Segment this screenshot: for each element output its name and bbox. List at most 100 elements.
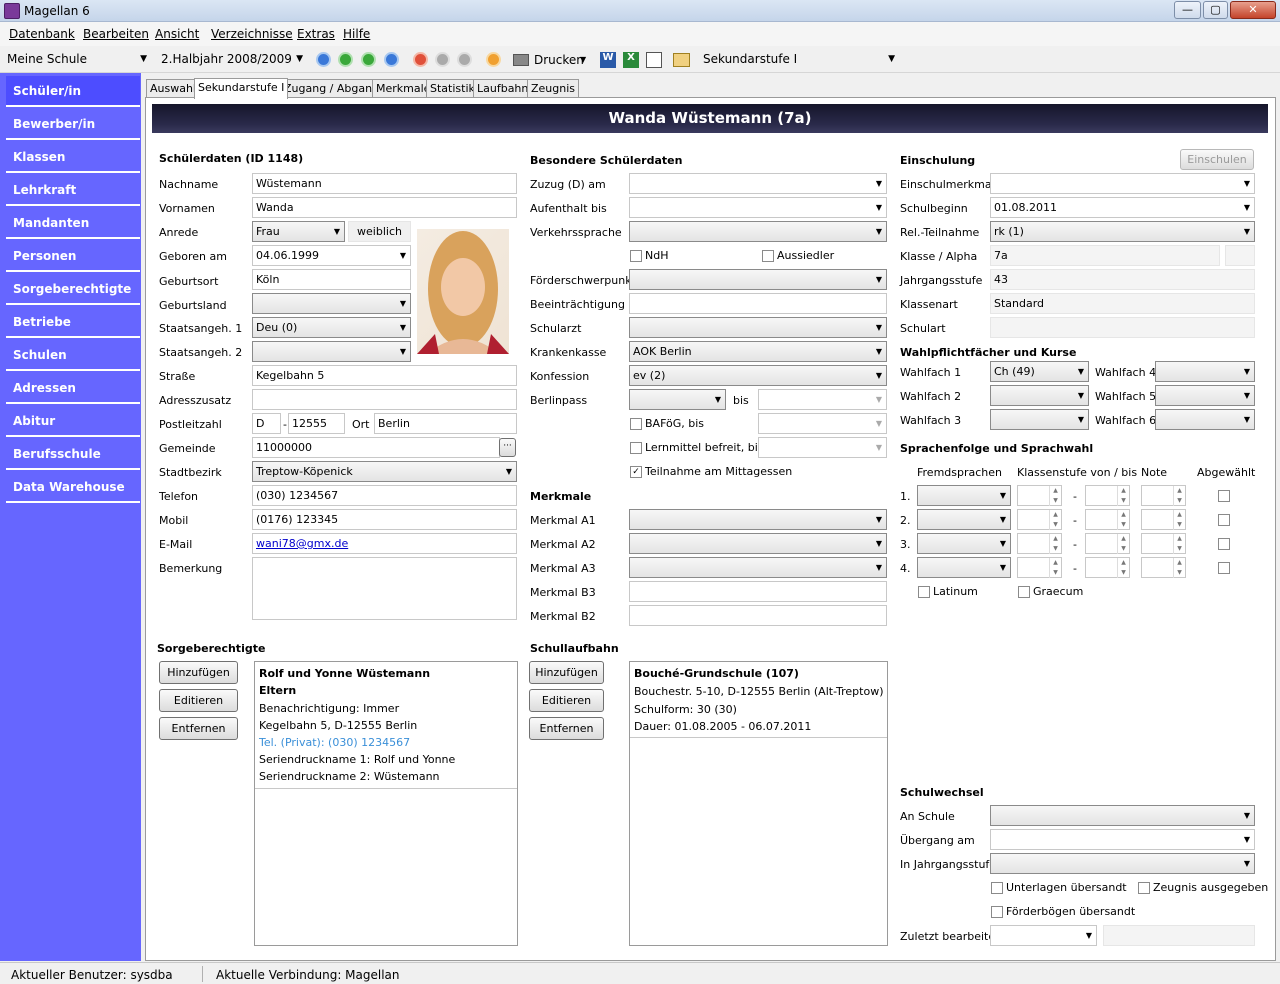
strasse-field[interactable]: Kegelbahn 5	[252, 365, 517, 386]
sorge-edit-button[interactable]: Editieren	[159, 689, 238, 712]
nav-item-bewerber[interactable]: Bewerber/in	[6, 109, 140, 140]
beeintraechtigung-field[interactable]	[629, 293, 887, 314]
nav-item-abitur[interactable]: Abitur	[6, 406, 140, 437]
first-record-icon[interactable]	[316, 52, 331, 67]
geboren-field[interactable]: 04.06.1999 ▼	[252, 245, 411, 266]
einschulen-button[interactable]: Einschulen	[1180, 149, 1254, 170]
spin-up-icon[interactable]: ▲	[1049, 486, 1061, 496]
lang-row-1-select[interactable]: ▼	[917, 485, 1011, 506]
spin-up-icon[interactable]: ▲	[1049, 510, 1061, 520]
gemeinde-lookup-button[interactable]: ···	[499, 438, 516, 457]
aufenthalt-field[interactable]: ▼	[629, 197, 887, 218]
mittagessen-checkbox[interactable]: ✓	[630, 466, 642, 478]
wahlfach-4-select[interactable]: ▼	[1155, 361, 1255, 382]
sorge-remove-button[interactable]: Entfernen	[159, 717, 238, 740]
wahlfach-2-select[interactable]: ▼	[990, 385, 1089, 406]
spin-up-icon[interactable]: ▲	[1173, 534, 1185, 544]
level-select[interactable]: Sekundarstufe I ▼	[698, 49, 900, 70]
school-select[interactable]: Meine Schule ▼	[2, 49, 152, 70]
merkmal-a2-select[interactable]: ▼	[629, 533, 887, 554]
lang-row-1-abgewaehlt-checkbox[interactable]	[1218, 490, 1230, 502]
verkehrssprache-select[interactable]: ▼	[629, 221, 887, 242]
anrede-select[interactable]: Frau ▼	[252, 221, 345, 242]
foerderboegen-checkbox[interactable]	[991, 906, 1003, 918]
schulbeginn-field[interactable]: 01.08.2011 ▼	[990, 197, 1255, 218]
einschulmerkmal-select[interactable]: ▼	[990, 173, 1255, 194]
spin-up-icon[interactable]: ▲	[1117, 486, 1129, 496]
nav-item-schueler[interactable]: Schüler/in	[6, 76, 140, 107]
mobil-field[interactable]: (0176) 123345	[252, 509, 517, 530]
bafoeg-checkbox[interactable]	[630, 418, 642, 430]
sorge-card[interactable]: Rolf und Yonne Wüstemann Eltern Benachri…	[255, 662, 517, 789]
maximize-button[interactable]: ▢	[1203, 1, 1228, 19]
laufbahn-edit-button[interactable]: Editieren	[529, 689, 604, 712]
spin-down-icon[interactable]: ▼	[1049, 568, 1061, 578]
spin-up-icon[interactable]: ▲	[1173, 510, 1185, 520]
uebergang-field[interactable]: ▼	[990, 829, 1255, 850]
wahlfach-3-select[interactable]: ▼	[990, 409, 1089, 430]
zeugnis-ausgegeben-checkbox[interactable]	[1138, 882, 1150, 894]
cancel-record-icon[interactable]	[457, 52, 472, 67]
lang-row-1-note-stepper[interactable]: ▲ ▼	[1141, 485, 1186, 506]
menu-extras[interactable]: Extras	[297, 27, 335, 41]
lang-row-2-select[interactable]: ▼	[917, 509, 1011, 530]
menu-hilfe[interactable]: Hilfe	[343, 27, 370, 41]
lang-row-3-abgewaehlt-checkbox[interactable]	[1218, 538, 1230, 550]
in-jahrgangsstufe-select[interactable]: ▼	[990, 853, 1255, 874]
lang-row-3-select[interactable]: ▼	[917, 533, 1011, 554]
nachname-field[interactable]: Wüstemann	[252, 173, 517, 194]
lang-row-2-to-stepper[interactable]: ▲ ▼	[1085, 509, 1130, 530]
previous-record-icon[interactable]	[338, 52, 353, 67]
lang-row-2-from-stepper[interactable]: ▲ ▼	[1017, 509, 1062, 530]
refresh-icon[interactable]	[486, 52, 501, 67]
spin-down-icon[interactable]: ▼	[1173, 520, 1185, 530]
nav-item-betriebe[interactable]: Betriebe	[6, 307, 140, 338]
an-schule-select[interactable]: ▼	[990, 805, 1255, 826]
staatsangeh-2-select[interactable]: ▼	[252, 341, 411, 362]
menu-verzeichnisse[interactable]: Verzeichnisse	[211, 27, 293, 41]
nav-item-klassen[interactable]: Klassen	[6, 142, 140, 173]
nav-item-berufsschule[interactable]: Berufsschule	[6, 439, 140, 470]
print-button[interactable]: Drucken	[534, 53, 584, 67]
bemerkung-field[interactable]	[252, 557, 517, 620]
bafoeg-bis-field[interactable]: ▼	[758, 413, 887, 434]
lernmittel-bis-field[interactable]: ▼	[758, 437, 887, 458]
berlinpass-bis-field[interactable]: ▼	[758, 389, 887, 410]
lang-row-4-abgewaehlt-checkbox[interactable]	[1218, 562, 1230, 574]
next-record-icon[interactable]	[361, 52, 376, 67]
last-record-icon[interactable]	[384, 52, 399, 67]
tab-auswahl[interactable]: Auswahl	[146, 79, 200, 98]
period-select[interactable]: 2.Halbjahr 2008/2009 ▼	[156, 49, 308, 70]
wahlfach-6-select[interactable]: ▼	[1155, 409, 1255, 430]
sorge-add-button[interactable]: Hinzufügen	[159, 661, 238, 684]
spin-down-icon[interactable]: ▼	[1117, 520, 1129, 530]
geburtsland-select[interactable]: ▼	[252, 293, 411, 314]
adresszusatz-field[interactable]	[252, 389, 517, 410]
spin-down-icon[interactable]: ▼	[1173, 568, 1185, 578]
schularzt-select[interactable]: ▼	[629, 317, 887, 338]
email-field[interactable]: wani78@gmx.de	[252, 533, 517, 554]
latinum-checkbox[interactable]	[918, 586, 930, 598]
lang-row-3-note-stepper[interactable]: ▲ ▼	[1141, 533, 1186, 554]
lang-row-1-to-stepper[interactable]: ▲ ▼	[1085, 485, 1130, 506]
nav-item-mandanten[interactable]: Mandanten	[6, 208, 140, 239]
lang-row-2-abgewaehlt-checkbox[interactable]	[1218, 514, 1230, 526]
merkmal-b3-field[interactable]	[629, 581, 887, 602]
zuletzt-bearbeitet-select[interactable]: ▼	[990, 925, 1097, 946]
tab-zugang-abgang[interactable]: Zugang / Abgang	[280, 79, 384, 98]
tab-zeugnis[interactable]: Zeugnis	[527, 79, 580, 98]
telefon-field[interactable]: (030) 1234567	[252, 485, 517, 506]
merkmal-a1-select[interactable]: ▼	[629, 509, 887, 530]
spin-up-icon[interactable]: ▲	[1117, 558, 1129, 568]
nav-item-lehrkraft[interactable]: Lehrkraft	[6, 175, 140, 206]
krankenkasse-select[interactable]: AOK Berlin ▼	[629, 341, 887, 362]
spin-up-icon[interactable]: ▲	[1049, 534, 1061, 544]
nav-item-sorgeberechtigte[interactable]: Sorgeberechtigte	[6, 274, 140, 305]
vornamen-field[interactable]: Wanda	[252, 197, 517, 218]
lang-row-4-from-stepper[interactable]: ▲ ▼	[1017, 557, 1062, 578]
laufbahn-remove-button[interactable]: Entfernen	[529, 717, 604, 740]
spin-up-icon[interactable]: ▲	[1173, 558, 1185, 568]
ort-field[interactable]: Berlin	[374, 413, 517, 434]
save-record-icon[interactable]	[435, 52, 450, 67]
word-icon[interactable]: W	[600, 52, 616, 68]
